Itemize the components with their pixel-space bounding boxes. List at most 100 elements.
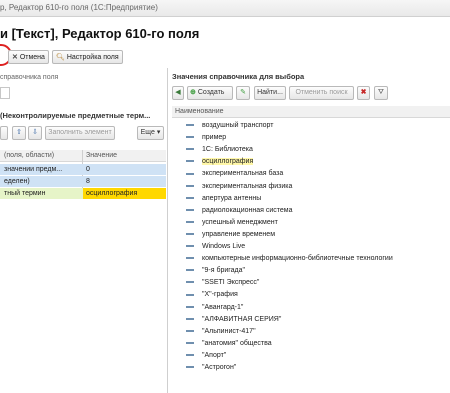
cross-icon: ✕ (12, 54, 18, 61)
list-item[interactable]: "Авангард-1" (172, 302, 450, 314)
list-item[interactable]: пример (172, 132, 450, 144)
row-name: тный термин (4, 190, 46, 197)
delete-button[interactable]: ✖ (357, 86, 370, 100)
list-item[interactable]: компьютерные информационно-библиотечные … (172, 253, 450, 265)
list-item-label: "SSETI Экспресс" (202, 279, 260, 287)
back-button[interactable]: ◀ (172, 86, 184, 100)
column-header-name: Наименование (175, 108, 224, 115)
list-item[interactable]: "Апорт" (172, 350, 450, 362)
create-button-label: Создать (197, 89, 225, 96)
arrow-left-icon: ◀ (175, 89, 181, 96)
list-item-label: Windows Live (202, 243, 246, 250)
window-title: р, Редактор 610-го поля (1С:Предприятие) (0, 3, 158, 12)
more-button[interactable]: Еще ▾ (137, 126, 164, 140)
row-name: еделен) (4, 178, 30, 185)
list-item[interactable]: апертура антенны (172, 193, 450, 205)
find-button-label: Найти... (257, 89, 283, 96)
list-item[interactable]: "9-я бригада" (172, 265, 450, 277)
item-bullet-icon (186, 305, 194, 308)
list-item[interactable]: "SSETI Экспресс" (172, 277, 450, 289)
item-bullet-icon (186, 220, 194, 223)
table-row-selected[interactable]: тный термин осциллография (0, 188, 166, 199)
item-bullet-icon (186, 196, 194, 199)
fill-element-button[interactable]: Заполнить элемент (45, 126, 115, 140)
list-item[interactable]: Windows Live (172, 241, 450, 253)
list-item-label: экспериментальная физика (202, 182, 293, 190)
table-row[interactable]: значении предм... 0 (0, 164, 166, 175)
arrow-down-icon: ⇩ (32, 129, 38, 136)
item-bullet-icon (186, 245, 194, 248)
list-item-label: "Апорт" (202, 351, 227, 359)
list-item-label: пример (202, 134, 227, 142)
list-item-label: "анатомия" общества (202, 339, 272, 347)
item-bullet-icon (186, 160, 194, 163)
list-item-label: "X"-графия (202, 291, 238, 299)
item-bullet-icon (186, 293, 194, 296)
list-item-label: осциллография (202, 158, 254, 166)
row-value: 8 (86, 178, 90, 185)
item-bullet-icon (186, 257, 194, 260)
list-item-label: "Альпинист-417" (202, 327, 256, 335)
list-item[interactable]: радиолокационная система (172, 205, 450, 217)
cancel-button-label: Отмена (19, 54, 45, 61)
list-item[interactable]: экспериментальная физика (172, 181, 450, 193)
cancel-search-label: Отменить поиск (295, 89, 348, 96)
item-bullet-icon (186, 366, 194, 369)
item-bullet-icon (186, 281, 194, 284)
list-item-label: "9-я бригада" (202, 267, 246, 275)
left-search-input[interactable] (0, 87, 10, 99)
list-item[interactable]: "АЛФАВИТНАЯ СЕРИЯ" (172, 314, 450, 326)
item-bullet-icon (186, 329, 194, 332)
list-item[interactable]: "Альпинист-417" (172, 326, 450, 338)
cancel-button[interactable]: ✕ Отмена (8, 50, 49, 64)
cancel-search-button[interactable]: Отменить поиск (289, 86, 354, 100)
left-toolbar-button[interactable] (0, 126, 8, 140)
list-item[interactable]: "X"-графия (172, 289, 450, 301)
list-item[interactable]: "анатомия" общества (172, 338, 450, 350)
item-bullet-icon (186, 233, 194, 236)
list-item-label: управление временем (202, 230, 276, 238)
list-item-label: экспериментальная база (202, 170, 284, 178)
list-item-label: радиолокационная система (202, 206, 293, 214)
search-field-label: справочника поля (0, 74, 59, 81)
list-item[interactable]: воздушный транспорт (172, 120, 450, 132)
create-button[interactable]: ⊕ Создать (187, 86, 233, 100)
left-table-header: (поля, области) Значение (0, 150, 166, 162)
right-panel-title: Значения справочника для выбора (172, 72, 305, 81)
chevron-down-icon: ▾ (156, 129, 161, 136)
item-bullet-icon (186, 208, 194, 211)
item-bullet-icon (186, 354, 194, 357)
section-title: (Неконтролируемые предметные терм... (0, 111, 151, 120)
edit-button[interactable]: ✎ (236, 86, 250, 100)
column-header-field: (поля, области) (4, 152, 55, 159)
list-item-label: "АЛФАВИТНАЯ СЕРИЯ" (202, 315, 282, 323)
column-header-value: Значение (86, 152, 118, 159)
list-item[interactable]: 1С: Библиотека (172, 144, 450, 156)
list-item[interactable]: успешный менеджмент (172, 217, 450, 229)
list-item-label: воздушный транспорт (202, 122, 274, 129)
item-bullet-icon (186, 172, 194, 175)
list-item[interactable]: экспериментальная база (172, 168, 450, 180)
field-settings-label: Настройка поля (66, 54, 119, 61)
right-list-header: Наименование (172, 106, 450, 118)
list-item[interactable]: осциллография (172, 156, 450, 168)
row-value-highlight: осциллография (83, 188, 166, 199)
move-up-button[interactable]: ⇧ (12, 126, 26, 140)
filter-button[interactable]: ⛛ (374, 86, 388, 100)
list-item-label: "Астрогон" (202, 364, 237, 371)
arrow-up-icon: ⇧ (16, 129, 22, 136)
item-bullet-icon (186, 341, 194, 344)
move-down-button[interactable]: ⇩ (28, 126, 42, 140)
field-settings-button[interactable]: 🔍︎ Настройка поля (52, 50, 123, 64)
list-item[interactable]: управление временем (172, 229, 450, 241)
list-item-label: 1С: Библиотека (202, 146, 253, 154)
list-item[interactable]: "Астрогон" (172, 362, 450, 374)
window-titlebar: р, Редактор 610-го поля (1С:Предприятие) (0, 0, 450, 17)
item-bullet-icon (186, 269, 194, 272)
delete-icon: ✖ (360, 89, 367, 96)
panel-splitter[interactable] (167, 68, 168, 393)
find-button[interactable]: Найти... (254, 86, 286, 100)
item-bullet-icon (186, 317, 194, 320)
table-row[interactable]: еделен) 8 (0, 176, 166, 187)
magnifier-icon: 🔍︎ (56, 54, 65, 61)
